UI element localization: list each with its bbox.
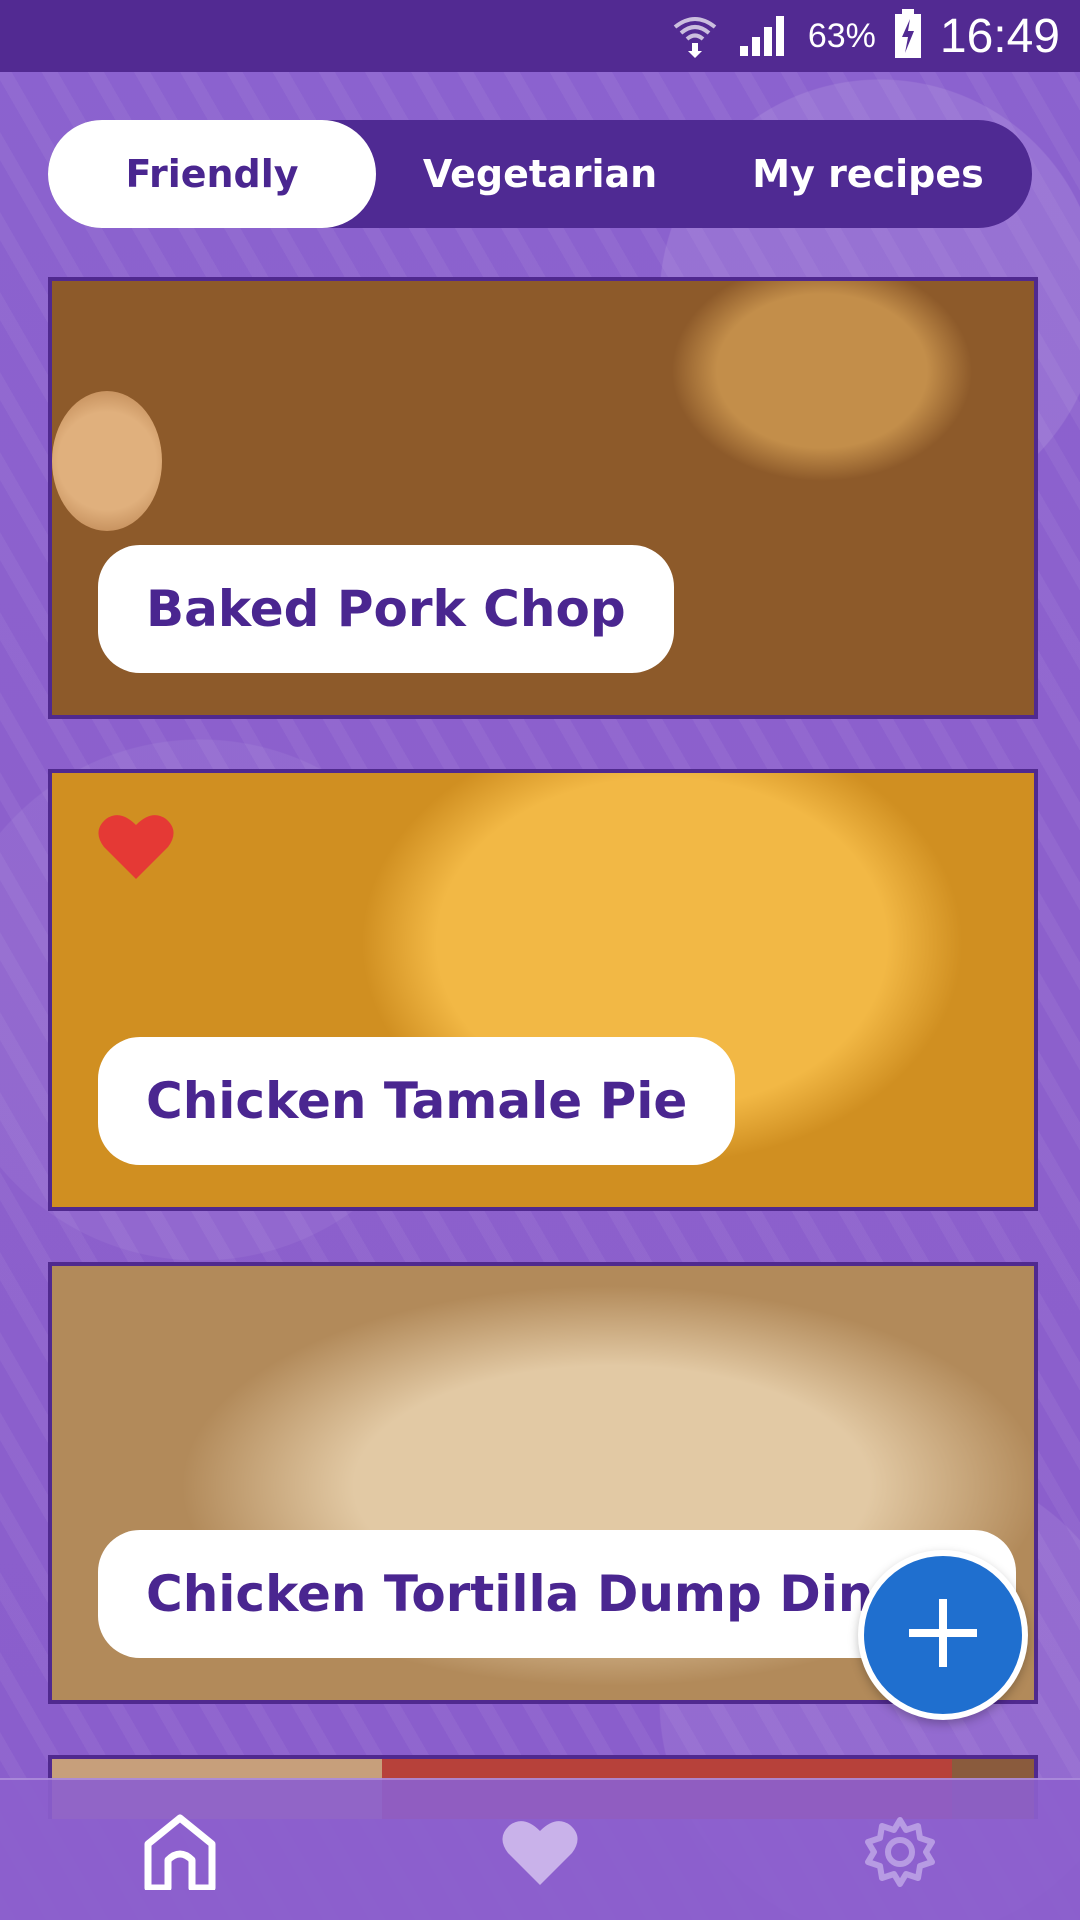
nav-home[interactable]	[140, 1814, 220, 1894]
favorite-heart-icon[interactable]	[98, 811, 174, 881]
battery-charging-icon	[894, 9, 922, 63]
home-icon	[144, 1814, 216, 1894]
recipe-card[interactable]: Chicken Tamale Pie	[48, 769, 1038, 1211]
heart-icon	[502, 1817, 578, 1891]
signal-icon	[738, 10, 790, 62]
add-recipe-button[interactable]	[858, 1550, 1028, 1720]
plus-icon	[903, 1593, 983, 1677]
recipe-card[interactable]: Baked Pork Chop	[48, 277, 1038, 719]
nav-settings[interactable]	[860, 1814, 940, 1894]
pepper-mill-decor	[52, 391, 162, 531]
battery-percent: 63%	[807, 16, 876, 55]
clock: 16:49	[939, 9, 1060, 63]
recipe-title: Baked Pork Chop	[98, 545, 674, 673]
tab-friendly[interactable]: Friendly	[48, 120, 376, 228]
recipe-title: Chicken Tamale Pie	[98, 1037, 736, 1165]
tab-my-recipes[interactable]: My recipes	[704, 120, 1032, 228]
wifi-icon	[670, 9, 720, 63]
category-tabs: Friendly Vegetarian My recipes	[48, 120, 1032, 228]
tab-vegetarian[interactable]: Vegetarian	[376, 120, 704, 228]
gear-icon	[864, 1816, 936, 1892]
bottom-navigation	[0, 1778, 1080, 1920]
status-bar: 63% 16:49	[0, 0, 1080, 72]
nav-favorites[interactable]	[500, 1814, 580, 1894]
